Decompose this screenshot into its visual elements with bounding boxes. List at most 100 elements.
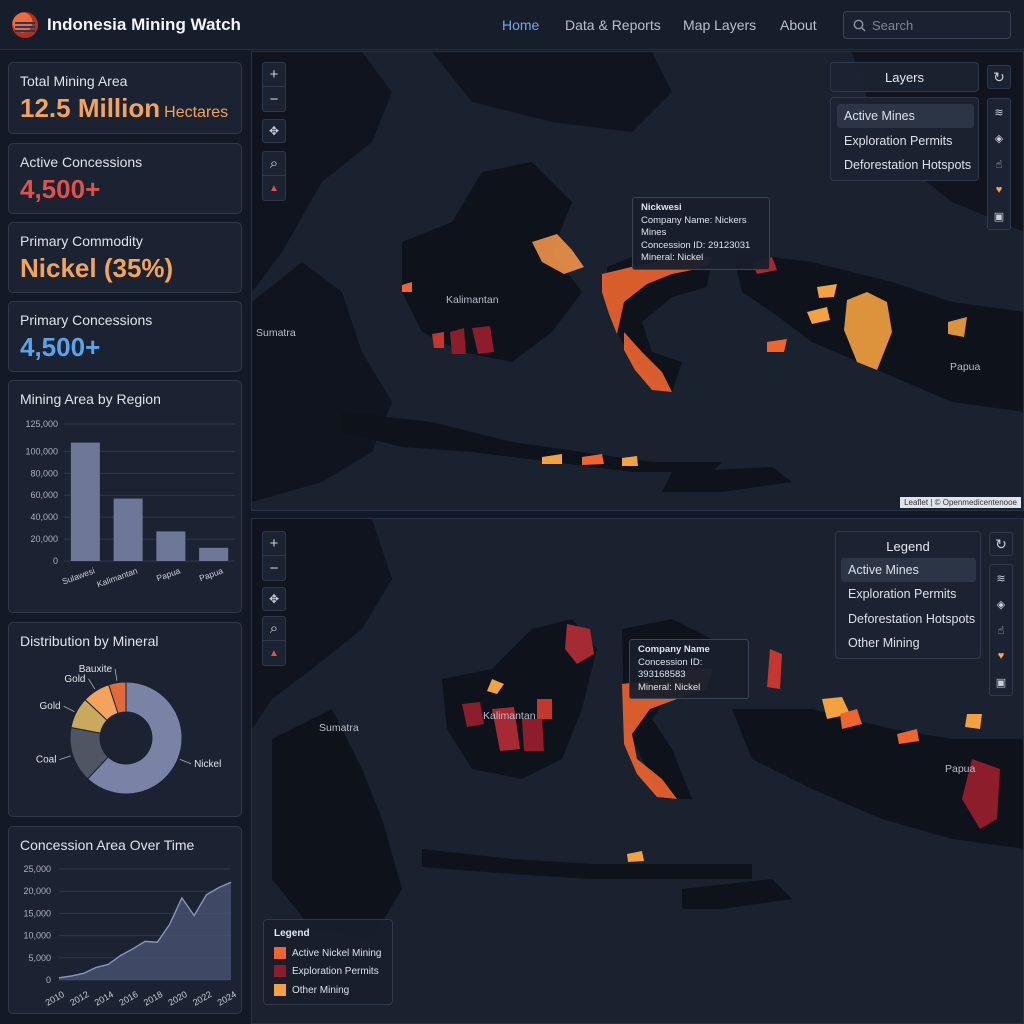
x-tick-label: 2010 [44,989,66,1008]
tooltip-line: Mineral: Nickel [641,252,704,263]
map-label-papua: Papua [950,361,981,373]
globe-logo-icon [12,12,38,38]
x-tick-label: Papua [198,565,225,583]
stat-label: Total Mining Area [20,73,128,89]
stat-value: Nickel (35%) [20,253,174,283]
compass-icon[interactable]: ▲ [263,641,285,665]
y-tick-label: 125,000 [25,419,58,429]
legend-swatch [274,984,286,996]
zoom-in-button[interactable]: + [263,532,285,556]
legend-title: Legend [274,928,310,939]
pan-icon[interactable]: ✥ [262,119,286,143]
legend-swatch [274,965,286,977]
legend-row: Exploration Permits [274,965,379,977]
legend-item-exploration-permits[interactable]: Exploration Permits [841,582,976,606]
nav-about[interactable]: About [780,17,817,33]
heart-icon[interactable]: ♥ [988,177,1010,203]
stat-unit: Hectares [164,104,229,121]
x-tick-label: 2024 [216,989,238,1008]
layers-header-panel[interactable]: Layers [830,62,979,92]
x-tick-label: 2014 [93,989,115,1008]
legend-label: Active Nickel Mining [292,947,382,959]
map-label-sumatra: Sumatra [256,327,296,339]
map-label-sumatra: Sumatra [319,722,359,734]
slice-label: Bauxite [79,664,113,675]
bar [70,442,100,561]
y-tick-label: 60,000 [30,490,58,500]
concession-area-chart: 25,00020,00015,00010,0005,00002010 2012 20… [23,864,238,1008]
zoom-search-icon[interactable]: ⌕ [263,152,285,176]
stack-icon[interactable]: ≋ [990,565,1012,591]
map-label-kalimantan: Kalimantan [446,294,499,306]
legend-item-deforestation-hotspots[interactable]: Deforestation Hotspots [841,607,976,631]
nav-home[interactable]: Home [502,17,539,33]
leader-line [88,678,96,690]
layer-item-deforestation-hotspots[interactable]: Deforestation Hotspots [837,153,974,177]
stack-icon[interactable]: ≋ [988,99,1010,125]
nav-data-reports[interactable]: Data & Reports [565,17,661,33]
legend-item-active-mines[interactable]: Active Mines [841,558,976,582]
legend-label: Exploration Permits [292,965,379,977]
layers-icon[interactable]: ◈ [990,591,1012,617]
x-tick-label: Papua [155,565,182,583]
brand[interactable]: Indonesia Mining Watch [12,12,241,38]
leader-line [63,705,75,713]
x-tick-label: 2018 [142,989,164,1008]
pan-icon[interactable]: ✥ [262,587,286,611]
search-box[interactable] [843,11,1011,39]
map-tools: ⌕ ▲ [262,616,286,666]
zoom-search-icon[interactable]: ⌕ [263,617,285,641]
refresh-icon[interactable]: ↻ [987,65,1011,89]
stat-label: Primary Commodity [20,233,143,249]
heart-icon[interactable]: ♥ [990,643,1012,669]
frame-icon[interactable]: ▣ [988,203,1010,229]
layer-item-exploration-permits[interactable]: Exploration Permits [837,129,974,153]
stat-label: Active Concessions [20,154,143,170]
frame-icon[interactable]: ▣ [990,669,1012,695]
legend-label: Other Mining [292,984,350,996]
leader-line [179,758,192,765]
layers-icon[interactable]: ◈ [988,125,1010,151]
legend-item-other-mining[interactable]: Other Mining [841,631,976,655]
x-tick-label: 2020 [167,989,189,1008]
pointer-icon[interactable]: ☝ [988,151,1010,177]
map-attribution[interactable]: Leaflet | © Openmedicentenooe [900,497,1021,508]
map-top[interactable]: + − ✥ ⌕ ▲ Layers ↻ Active Mines Explorat… [251,51,1024,511]
zoom-out-button[interactable]: − [263,556,285,580]
mineral-chart-card: Distribution by Mineral Nickel Coal Gold Go… [8,622,242,817]
x-tick-label: 2022 [191,989,213,1008]
legend-swatch [274,947,286,959]
tooltip-title: Nickwesi [641,202,682,213]
zoom-in-button[interactable]: + [263,63,285,87]
search-input[interactable] [872,16,1002,34]
legend-panel: Legend Active Mines Exploration Permits … [835,531,981,659]
layer-item-active-mines[interactable]: Active Mines [837,104,974,128]
zoom-out-button[interactable]: − [263,87,285,111]
map-tooltip: Nickwesi Company Name: Nickers Mines Con… [632,197,770,270]
leader-line [114,668,118,681]
app-title: Indonesia Mining Watch [47,15,241,34]
y-tick-label: 80,000 [30,468,58,478]
y-tick-label: 20,000 [23,886,51,896]
tooltip-line: Concession ID: 29123031 [641,239,751,251]
search-icon [853,19,866,32]
pointer-icon[interactable]: ☝ [990,617,1012,643]
zoom-controls: + − [262,62,286,112]
map-legend: Legend Active Nickel Mining Exploration … [263,919,393,1005]
region-bar-chart: 125,000 100,000 80,000 60,000 40,000 20,000 0S… [25,419,235,589]
top-bar: Indonesia Mining Watch Home Data & Repor… [0,0,1024,50]
y-tick-label: 10,000 [23,931,51,941]
zoom-controls: + − [262,531,286,581]
region-chart-card: Mining Area by Region 125,000 100,000 80,0… [8,380,242,613]
stat-label: Primary Concessions [20,312,153,328]
compass-icon[interactable]: ▲ [263,176,285,200]
mineral-donut-chart: NickelCoalGoldGoldBauxite [36,664,221,795]
nav-map-layers[interactable]: Map Layers [683,17,756,33]
refresh-icon[interactable]: ↻ [989,532,1013,556]
stat-value: 4,500+ [20,174,101,204]
y-tick-label: 0 [46,975,51,985]
stat-value: 12.5 Million Hectares [20,93,229,123]
map-tooltip: Company Name Concession ID: 393168583 Mi… [629,639,749,699]
legend-row: Other Mining [274,984,349,996]
x-tick-label: 2016 [117,989,139,1008]
